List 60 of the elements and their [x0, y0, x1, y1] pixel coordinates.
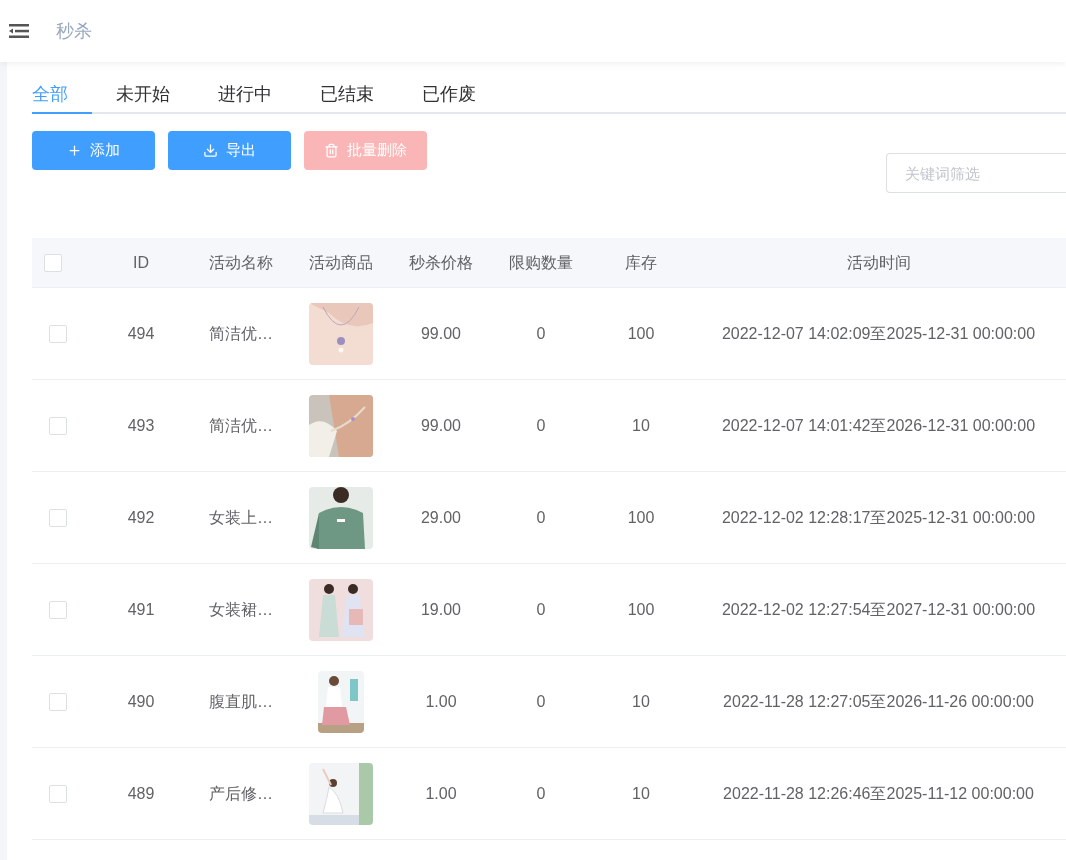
table-cell-text: 489	[127, 783, 155, 804]
table-cell-text: 490	[127, 691, 155, 712]
table-cell-text: 2022-12-02 12:28:17至2025-12-31 00:00:00	[721, 507, 1036, 528]
table-cell-text: 2022-12-07 14:02:09至2025-12-31 00:00:00	[721, 323, 1036, 344]
tab[interactable]: 已作废	[398, 76, 500, 114]
column-header: 限购数量	[509, 252, 573, 273]
checkbox[interactable]	[49, 784, 67, 803]
table-cell-text: 0	[536, 323, 546, 344]
table-cell-text: 10	[632, 415, 650, 436]
column-header: 活动时间	[846, 252, 911, 273]
table-cell-text: 0	[536, 691, 546, 712]
table-cell-text: 29.00	[420, 507, 461, 528]
menu-icon[interactable]	[9, 23, 29, 39]
table-cell-text: 100	[627, 599, 655, 620]
column-header: 秒杀价格	[409, 252, 473, 273]
column-header: 活动商品	[309, 252, 373, 273]
checkbox[interactable]	[44, 253, 62, 272]
table-cell-text: 19.00	[420, 599, 461, 620]
table-cell-text: 2022-11-28 12:26:46至2025-11-12 00:00:00	[723, 783, 1034, 804]
checkbox[interactable]	[49, 416, 67, 435]
checkbox[interactable]	[49, 600, 67, 619]
table-cell-text: 简洁优…	[209, 415, 273, 436]
table-cell-text: 女装裙…	[209, 599, 273, 620]
tab[interactable]: 进行中	[194, 76, 296, 114]
table-cell-text: 99.00	[420, 415, 461, 436]
tab[interactable]: 已结束	[296, 76, 398, 114]
table-cell-text: 493	[127, 415, 155, 436]
table-cell-text: 1.00	[425, 783, 457, 804]
table-cell-text: 0	[536, 783, 546, 804]
table-cell-text: 494	[127, 323, 155, 344]
table-cell-text: 100	[627, 507, 655, 528]
column-header: 活动名称	[209, 252, 273, 273]
checkbox[interactable]	[49, 692, 67, 711]
table-cell-text: 0	[536, 415, 546, 436]
table-cell-text: 0	[536, 507, 546, 528]
trash-icon	[324, 143, 339, 158]
table-cell-text: 100	[627, 323, 655, 344]
table-cell-text: 491	[127, 599, 155, 620]
checkbox[interactable]	[49, 508, 67, 527]
table-cell-text: 10	[632, 691, 650, 712]
table-cell-text: 产后修…	[209, 783, 273, 804]
search-field[interactable]: 关键词筛选	[886, 153, 1066, 193]
table-cell-text: 2022-11-28 12:27:05至2026-11-26 00:00:00	[723, 691, 1034, 712]
table-cell-text: 2022-12-07 14:01:42至2026-12-31 00:00:00	[721, 415, 1036, 436]
download-icon	[203, 143, 218, 158]
page-title: 秒杀	[56, 19, 92, 43]
table-cell-text: 女装上…	[209, 507, 273, 528]
table-cell-text: 1.00	[425, 691, 457, 712]
table-cell-text: 腹直肌…	[209, 691, 273, 712]
tab[interactable]: 未开始	[92, 76, 194, 114]
table-cell-text: 简洁优…	[209, 323, 273, 344]
column-header: 库存	[625, 252, 657, 273]
table-cell-text: 0	[536, 599, 546, 620]
table-cell-text: 492	[127, 507, 155, 528]
table-cell-text: 10	[632, 783, 650, 804]
table-cell-text: 99.00	[420, 323, 461, 344]
table-cell-text: 2022-12-02 12:27:54至2027-12-31 00:00:00	[721, 599, 1036, 620]
column-header: ID	[133, 252, 149, 273]
plus-icon	[67, 143, 82, 158]
checkbox[interactable]	[49, 324, 67, 343]
